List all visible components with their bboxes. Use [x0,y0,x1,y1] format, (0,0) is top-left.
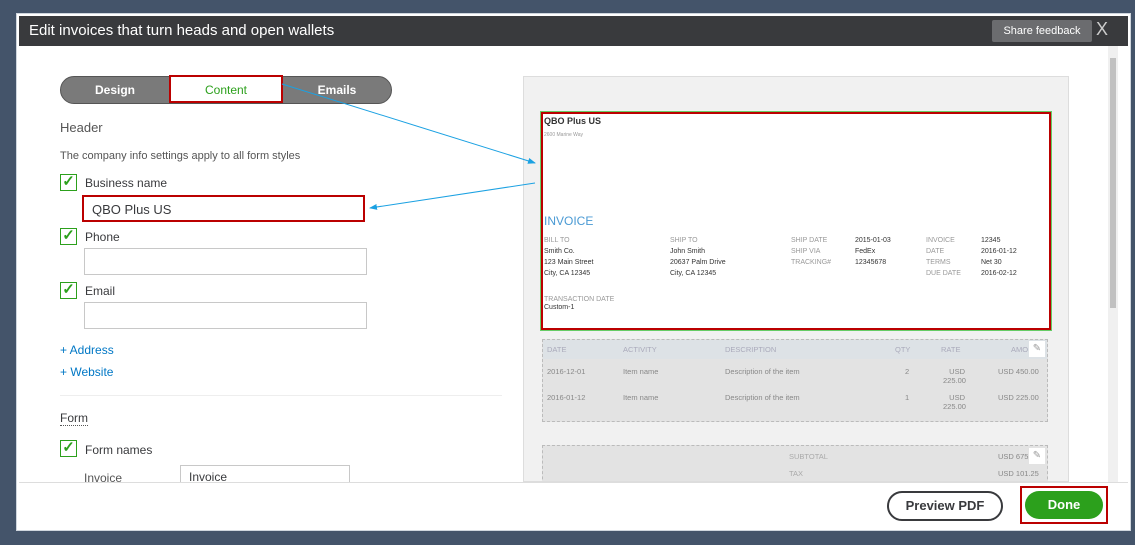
arrow-preview-to-input [369,182,536,210]
annotation-arrows [281,83,536,210]
arrow-content-to-preview [281,83,536,164]
